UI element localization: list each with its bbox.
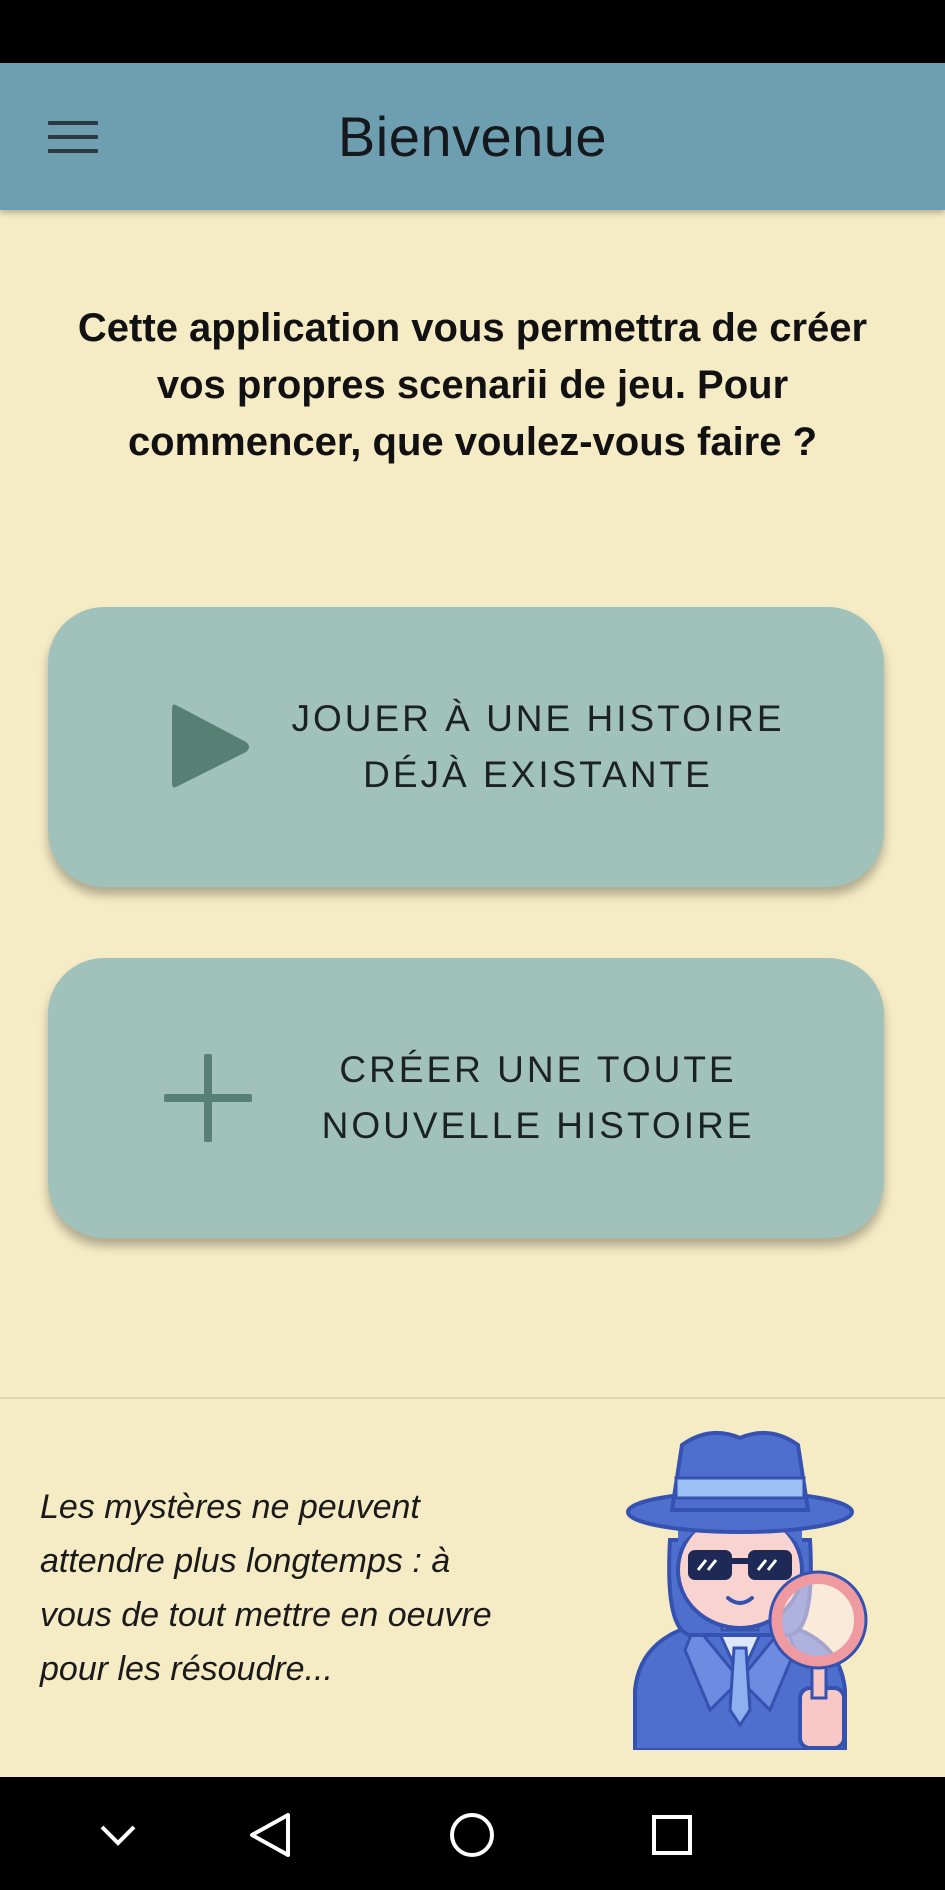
create-label-line2: NOUVELLE HISTOIRE bbox=[321, 1105, 755, 1146]
create-label-line1: CRÉER UNE TOUTE bbox=[339, 1049, 737, 1090]
menu-button[interactable] bbox=[30, 103, 115, 171]
footer-divider bbox=[0, 1397, 945, 1399]
status-bar bbox=[0, 0, 945, 63]
app-bar: Bienvenue bbox=[0, 63, 945, 210]
home-nav-button[interactable] bbox=[432, 1795, 512, 1875]
play-existing-story-button[interactable]: JOUER À UNE HISTOIRE DÉJÀ EXISTANTE bbox=[48, 607, 884, 887]
recents-nav-button[interactable] bbox=[632, 1795, 712, 1875]
play-label-line2: DÉJÀ EXISTANTE bbox=[363, 754, 713, 795]
collapse-chevron-icon bbox=[100, 1825, 136, 1846]
home-circle-icon bbox=[450, 1813, 494, 1857]
detective-illustration bbox=[626, 1430, 868, 1750]
intro-text: Cette application vous permettra de crée… bbox=[77, 306, 868, 464]
recents-square-icon bbox=[652, 1815, 692, 1855]
collapse-nav-button[interactable] bbox=[78, 1795, 158, 1875]
create-new-story-button[interactable]: CRÉER UNE TOUTE NOUVELLE HISTOIRE bbox=[48, 958, 884, 1238]
hamburger-menu-icon bbox=[47, 121, 98, 153]
back-nav-button[interactable] bbox=[230, 1795, 310, 1875]
play-label-line1: JOUER À UNE HISTOIRE bbox=[291, 698, 785, 739]
footer-tagline: Les mystères ne peuvent attendre plus lo… bbox=[40, 1488, 492, 1688]
back-triangle-icon bbox=[250, 1813, 290, 1857]
system-navigation-bar bbox=[0, 1777, 945, 1890]
create-new-story-label: CRÉER UNE TOUTE NOUVELLE HISTOIRE bbox=[238, 958, 838, 1238]
play-existing-story-label: JOUER À UNE HISTOIRE DÉJÀ EXISTANTE bbox=[238, 607, 838, 887]
page-title: Bienvenue bbox=[337, 105, 608, 168]
